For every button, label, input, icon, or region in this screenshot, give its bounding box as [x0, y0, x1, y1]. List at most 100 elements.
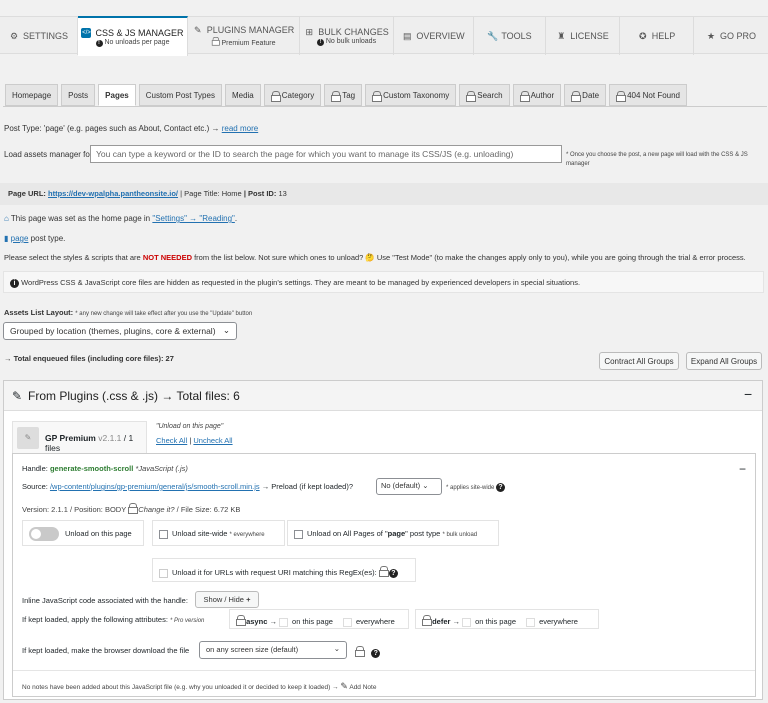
tab-help[interactable]: ✪ HELP: [620, 17, 694, 55]
defer-this-page-checkbox[interactable]: [462, 617, 472, 627]
unload-regex-checkbox[interactable]: [159, 568, 168, 578]
lock-icon: [236, 615, 246, 626]
tab-bulk-changes[interactable]: ⊞ BULK CHANGES! No bulk unloads: [300, 17, 394, 55]
asset-source-link[interactable]: /wp-content/plugins/gp-premium/general/j…: [50, 482, 260, 491]
lock-icon: [355, 646, 365, 657]
home-page-note: ⌂ This page was set as the home page in …: [4, 214, 238, 223]
chevron-down-icon: ⌄: [222, 325, 230, 335]
help-icon[interactable]: ?: [371, 649, 381, 658]
tab-tools[interactable]: 🔧 TOOLS: [474, 17, 546, 55]
instructions: Please select the styles & scripts that …: [4, 253, 746, 262]
unload-site-wide-checkbox[interactable]: [159, 529, 168, 539]
plugin-tab: ✎ GP Premium v2.1.1 / 1 files: [12, 421, 147, 453]
tab-search[interactable]: Search: [459, 84, 510, 106]
top-navigation: ⚙ SETTINGS </> CSS & JS MANAGER! No unload…: [0, 16, 768, 56]
unload-on-page-option: Unload on this page: [22, 520, 144, 546]
tab-plugins-manager[interactable]: ✎ PLUGINS MANAGER Premium Feature: [188, 17, 300, 55]
asset-handle: generate-smooth-scroll: [49, 464, 134, 473]
group-header[interactable]: ✎ From Plugins (.css & .js) → Total file…: [4, 381, 762, 411]
page-post-type-link[interactable]: page: [11, 234, 29, 243]
page-info-bar: Page URL: https://dev-wpalpha.pantheonsi…: [0, 183, 768, 205]
unload-all-pages-option: Unload on All Pages of "page" post type …: [287, 520, 499, 546]
tab-go-pro[interactable]: ★ GO PRO: [694, 17, 768, 55]
chevron-down-icon: ⌄: [333, 644, 340, 653]
tab-pages[interactable]: Pages: [98, 84, 136, 106]
page-search-input[interactable]: You can type a keyword or the ID to sear…: [90, 145, 562, 163]
user-lock-icon: ♜: [557, 31, 566, 41]
contract-all-button[interactable]: Contract All Groups: [599, 352, 679, 370]
tab-author[interactable]: Author: [512, 84, 562, 106]
lock-icon: [519, 90, 530, 102]
unload-site-wide-option: Unload site-wide * everywhere: [152, 520, 285, 546]
plus-icon: +: [246, 595, 251, 604]
tab-media[interactable]: Media: [224, 84, 261, 106]
change-position-link[interactable]: Change it?: [138, 505, 174, 514]
lock-icon: [616, 90, 627, 102]
load-assets-label: Load assets manager for:: [4, 150, 95, 159]
read-more-link[interactable]: read more: [222, 124, 258, 133]
lock-icon: [128, 503, 139, 514]
unload-on-page-toggle[interactable]: [29, 527, 59, 541]
divider: [13, 670, 755, 671]
home-icon: ⌂: [4, 214, 9, 223]
tab-category[interactable]: Category: [263, 84, 322, 106]
code-icon: </>: [81, 27, 92, 38]
page-url-link[interactable]: https://dev-wpalpha.pantheonsite.io/: [48, 189, 178, 198]
tab-custom-post-types[interactable]: Custom Post Types: [138, 84, 222, 106]
tab-tag[interactable]: Tag: [324, 84, 363, 106]
lock-icon: [372, 90, 383, 102]
tab-posts[interactable]: Posts: [61, 84, 96, 106]
async-everywhere-checkbox[interactable]: [343, 617, 353, 627]
total-files: → Total enqueued files (including core f…: [4, 354, 174, 363]
plugins-group-panel: ✎ From Plugins (.css & .js) → Total file…: [3, 380, 763, 700]
tab-overview[interactable]: ▤ OVERVIEW: [394, 17, 474, 55]
network-icon: ⊞: [305, 26, 313, 37]
chevron-down-icon: ⌄: [422, 481, 429, 490]
gear-icon: ⚙: [9, 31, 19, 41]
async-this-page-checkbox[interactable]: [279, 617, 289, 627]
add-note-link[interactable]: Add Note: [349, 684, 376, 691]
lock-icon: [422, 615, 432, 626]
asset-row: Handle: generate-smooth-scroll *JavaScri…: [12, 453, 756, 697]
plugin-logo: ✎: [17, 427, 39, 449]
show-hide-inline-button[interactable]: Show / Hide +: [195, 591, 259, 608]
assets-layout-select[interactable]: Grouped by location (themes, plugins, co…: [3, 322, 237, 340]
lock-icon: [331, 90, 342, 102]
tab-settings[interactable]: ⚙ SETTINGS: [0, 17, 78, 55]
defer-everywhere-checkbox[interactable]: [526, 617, 536, 627]
tab-license[interactable]: ♜ LICENSE: [546, 17, 620, 55]
unload-regex-option: Unload it for URLs with request URI matc…: [152, 558, 416, 582]
collapse-asset-button[interactable]: −: [739, 462, 746, 476]
tab-custom-taxonomy[interactable]: Custom Taxonomy: [365, 84, 457, 106]
plug-icon: ✎: [12, 389, 23, 403]
info-icon: !: [95, 39, 103, 47]
uncheck-all-link[interactable]: Uncheck All: [193, 436, 232, 445]
add-note-icon[interactable]: ✎: [340, 681, 348, 691]
defer-attribute-option: defer → on this page everywhere: [415, 609, 599, 629]
location-tabs: Homepage Posts Pages Custom Post Types M…: [5, 84, 688, 106]
help-icon[interactable]: ?: [496, 483, 506, 492]
wrench-icon: 🔧: [487, 31, 499, 41]
reading-settings-link[interactable]: "Settings" → "Reading": [152, 214, 235, 223]
lifebuoy-icon: ✪: [638, 31, 647, 41]
unload-group-label: "Unload on this page": [156, 423, 224, 430]
check-all-link[interactable]: Check All: [156, 436, 187, 445]
lock-icon: [212, 36, 221, 46]
tab-css-js-manager[interactable]: </> CSS & JS MANAGER! No unloads per page: [78, 16, 188, 56]
load-assets-note: * Once you choose the post, a new page w…: [566, 152, 748, 167]
download-select[interactable]: on any screen size (default) ⌄: [199, 641, 347, 659]
group-title: From Plugins (.css & .js) → Total files:…: [28, 389, 240, 403]
core-files-notice: i WordPress CSS & JavaScript core files …: [3, 271, 764, 293]
unload-all-pages-checkbox[interactable]: [294, 529, 303, 539]
collapse-group-button[interactable]: −: [744, 386, 752, 402]
tab-homepage[interactable]: Homepage: [5, 84, 59, 106]
tab-date[interactable]: Date: [564, 84, 607, 106]
expand-all-button[interactable]: Expand All Groups: [686, 352, 762, 370]
help-icon[interactable]: ?: [388, 569, 398, 578]
lock-icon: [378, 566, 389, 577]
inline-js-label: Inline JavaScript code associated with t…: [22, 596, 188, 605]
post-type-note: ▮ page post type.: [4, 234, 66, 243]
tab-404-not-found[interactable]: 404 Not Found: [609, 84, 688, 106]
star-icon: ★: [706, 31, 716, 41]
preload-select[interactable]: No (default) ⌄: [376, 478, 442, 495]
